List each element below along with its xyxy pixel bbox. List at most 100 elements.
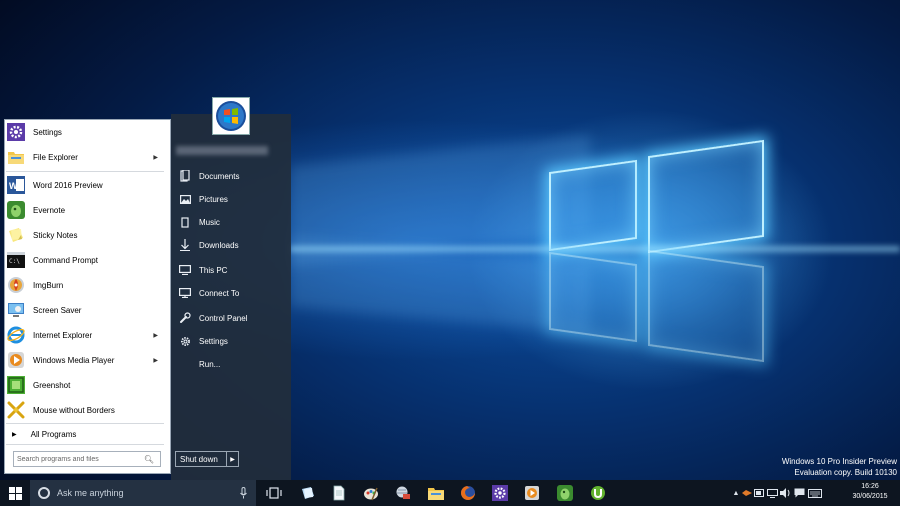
program-label: Internet Explorer: [33, 330, 93, 340]
shortcut-documents[interactable]: Documents: [176, 167, 286, 185]
documents-icon: [179, 170, 191, 182]
user-picture[interactable]: [212, 97, 250, 135]
cortana-search-box[interactable]: Ask me anything: [30, 480, 256, 506]
program-settings[interactable]: Settings: [4, 120, 165, 144]
program-label: File Explorer: [33, 152, 78, 162]
program-greenshot[interactable]: Greenshot: [4, 373, 165, 397]
program-mouse-without-borders[interactable]: Mouse without Borders: [4, 398, 165, 422]
all-programs-label: All Programs: [30, 429, 77, 439]
program-label: Settings: [33, 127, 62, 137]
taskbar-app-evernote[interactable]: [554, 483, 576, 503]
taskbar-app-notepad[interactable]: [328, 483, 350, 503]
microphone-icon[interactable]: [240, 487, 248, 499]
program-word[interactable]: W Word 2016 Preview: [4, 173, 165, 197]
mouse-without-borders-icon: [6, 400, 26, 420]
windows-orb-icon: [216, 101, 246, 131]
evernote-icon: [6, 200, 26, 220]
media-player-icon: [6, 350, 26, 370]
shutdown-options-arrow-icon[interactable]: ▶: [226, 452, 238, 466]
submenu-arrow-icon: ▶: [153, 332, 158, 339]
shutdown-button[interactable]: Shut down ▶: [175, 451, 239, 467]
run-icon: [179, 358, 191, 370]
gear-icon: [492, 485, 508, 501]
greenshot-icon: [6, 375, 26, 395]
network-globe-icon: [396, 486, 410, 499]
shortcut-control-panel[interactable]: Control Panel: [176, 309, 286, 327]
taskbar-app-settings[interactable]: [489, 483, 511, 503]
taskbar-app-utorrent[interactable]: [587, 483, 609, 503]
separator: [6, 444, 164, 445]
task-view-button[interactable]: [263, 483, 285, 503]
pictures-icon: [179, 193, 191, 205]
volume-icon[interactable]: [779, 488, 792, 498]
taskbar-app-sticky-notes[interactable]: [297, 483, 319, 503]
shortcut-label: Settings: [199, 336, 228, 346]
cortana-icon: [38, 487, 50, 499]
tray-app-icon[interactable]: [741, 489, 753, 497]
program-label: Windows Media Player: [33, 355, 115, 365]
music-icon: [179, 216, 191, 228]
program-label: Word 2016 Preview: [33, 180, 103, 190]
taskbar-app-file-explorer[interactable]: [425, 483, 447, 503]
shortcut-music[interactable]: Music: [176, 213, 286, 231]
submenu-arrow-icon: ▶: [153, 154, 158, 161]
shortcut-pictures[interactable]: Pictures: [176, 190, 286, 208]
search-icon[interactable]: 🔍︎: [142, 455, 156, 464]
watermark-line2: Evaluation copy. Build 10130: [794, 468, 897, 477]
control-panel-icon: [179, 312, 191, 324]
start-search-box[interactable]: 🔍︎: [13, 451, 161, 467]
program-screen-saver[interactable]: Screen Saver: [4, 298, 165, 322]
program-label: Screen Saver: [33, 305, 82, 315]
all-programs-button[interactable]: ▶ All Programs: [4, 426, 165, 442]
computer-icon: [179, 264, 191, 276]
taskbar-clock[interactable]: 16:26 30/06/2015: [848, 482, 892, 502]
svg-text:W: W: [9, 181, 18, 191]
shortcut-label: Control Panel: [199, 313, 248, 323]
sticky-notes-icon: [6, 225, 26, 245]
clock-date: 30/06/2015: [852, 493, 888, 500]
sticky-notes-icon: [302, 487, 314, 499]
shortcut-label: Documents: [199, 171, 240, 181]
build-watermark: Windows 10 Pro Insider Preview Evaluatio…: [782, 456, 897, 478]
start-search-input[interactable]: [14, 453, 142, 465]
action-center-icon[interactable]: [792, 488, 806, 498]
expand-arrow-icon: ▶: [12, 431, 17, 438]
shortcut-run[interactable]: Run...: [176, 355, 286, 373]
program-label: Evernote: [33, 205, 66, 215]
program-evernote[interactable]: Evernote: [4, 198, 165, 222]
shortcut-label: This PC: [199, 265, 228, 275]
taskbar-app-firefox[interactable]: [457, 483, 479, 503]
svg-text:C:\: C:\: [9, 258, 20, 265]
task-view-icon: [266, 487, 282, 499]
internet-explorer-icon: [6, 325, 26, 345]
shortcut-this-pc[interactable]: This PC: [176, 261, 286, 279]
logo-pane: [648, 139, 764, 254]
gear-icon: [6, 122, 26, 142]
program-sticky-notes[interactable]: Sticky Notes: [4, 223, 165, 247]
program-internet-explorer[interactable]: Internet Explorer ▶: [4, 323, 165, 347]
clock-time: 16:26: [861, 483, 879, 490]
program-command-prompt[interactable]: C:\ Command Prompt: [4, 248, 165, 272]
program-imgburn[interactable]: ImgBurn: [4, 273, 165, 297]
program-label: Greenshot: [33, 380, 71, 390]
shortcut-connect-to[interactable]: Connect To: [176, 284, 286, 302]
paint-icon: [364, 487, 378, 501]
taskbar-app-media-player[interactable]: [521, 483, 543, 503]
start-button[interactable]: [0, 480, 30, 506]
program-file-explorer[interactable]: File Explorer ▶: [4, 145, 165, 169]
logo-pane-reflection: [549, 251, 637, 343]
show-hidden-icons-chevron-icon[interactable]: ▲: [731, 490, 741, 497]
evernote-icon: [557, 485, 573, 501]
power-icon[interactable]: [753, 489, 766, 497]
shortcut-label: Downloads: [199, 240, 239, 250]
imgburn-icon: [6, 275, 26, 295]
shortcut-downloads[interactable]: Downloads: [176, 236, 286, 254]
shortcut-label: Music: [199, 217, 220, 227]
network-icon[interactable]: [766, 488, 779, 498]
word-icon: W: [6, 175, 26, 195]
taskbar-app-network[interactable]: [392, 483, 414, 503]
keyboard-icon[interactable]: [806, 488, 824, 498]
taskbar-app-paint[interactable]: [360, 483, 382, 503]
program-windows-media-player[interactable]: Windows Media Player ▶: [4, 348, 165, 372]
shortcut-settings[interactable]: Settings: [176, 332, 286, 350]
